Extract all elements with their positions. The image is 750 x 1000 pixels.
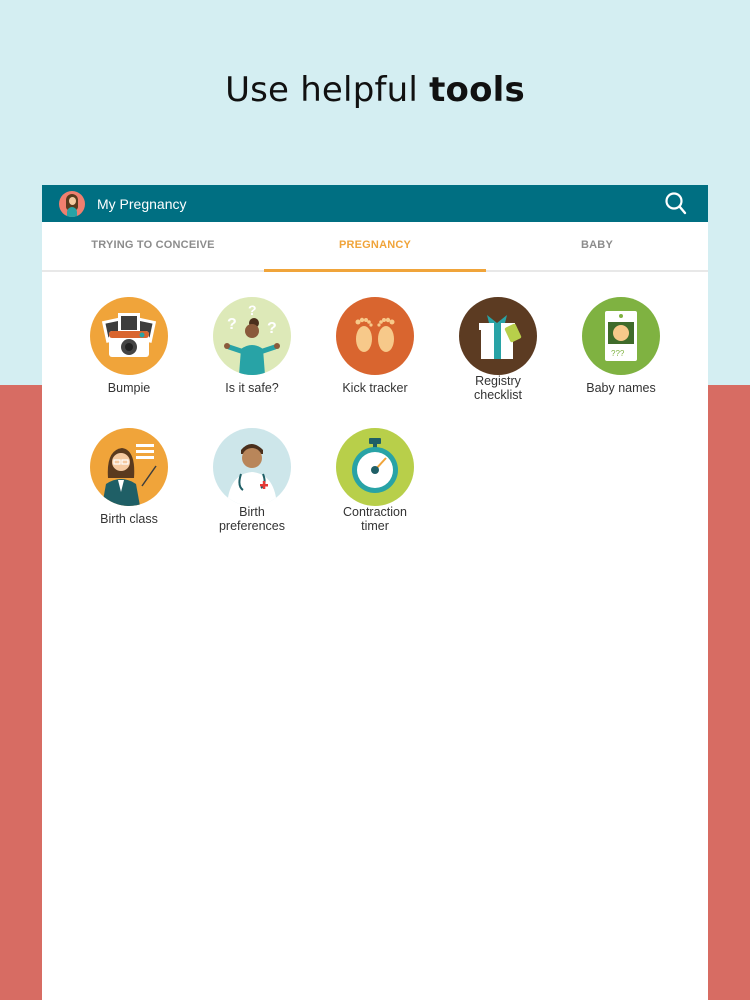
- camera-photos-icon: [90, 297, 168, 375]
- tool-kick-tracker[interactable]: Kick tracker: [320, 297, 430, 395]
- tool-label: Birth preferences: [218, 505, 285, 533]
- app-title: My Pregnancy: [97, 195, 187, 212]
- headline: Use helpful tools: [0, 70, 750, 110]
- app-bar: My Pregnancy: [42, 185, 708, 222]
- search-icon[interactable]: [664, 191, 688, 215]
- tab-trying-to-conceive[interactable]: TRYING TO CONCEIVE: [42, 222, 264, 270]
- doctor-icon: [213, 428, 291, 506]
- headline-normal: Use helpful: [225, 70, 430, 110]
- tool-label: Is it safe?: [225, 381, 279, 395]
- tab-pregnancy[interactable]: PREGNANCY: [264, 222, 486, 272]
- tool-bumpie[interactable]: Bumpie: [74, 297, 184, 395]
- tool-registry-checklist[interactable]: Registry checklist: [443, 297, 553, 402]
- footprints-icon: [336, 297, 414, 375]
- tool-label: Registry checklist: [474, 374, 522, 402]
- tool-label: Bumpie: [107, 381, 151, 395]
- baby-name-tag-icon: ???: [582, 297, 660, 375]
- svg-text:?: ?: [267, 320, 277, 337]
- tool-birth-preferences[interactable]: Birth preferences: [197, 428, 307, 533]
- svg-text:???: ???: [611, 349, 625, 358]
- svg-text:?: ?: [248, 302, 257, 318]
- headline-bold: tools: [429, 70, 525, 110]
- tool-label: Contraction timer: [343, 505, 407, 533]
- svg-text:?: ?: [227, 316, 237, 333]
- tool-label: Kick tracker: [342, 381, 408, 395]
- gift-box-icon: [459, 297, 537, 375]
- tool-label: Birth class: [100, 512, 158, 526]
- app-screen: My Pregnancy TRYING TO CONCEIVE PREGNANC…: [42, 185, 708, 1000]
- stopwatch-icon: [336, 428, 414, 506]
- tab-baby[interactable]: BABY: [486, 222, 708, 270]
- tool-baby-names[interactable]: ??? Baby names: [566, 297, 676, 395]
- tool-is-it-safe[interactable]: ? ? ? Is it safe?: [197, 297, 307, 395]
- tool-label: Baby names: [586, 381, 656, 395]
- tab-bar: TRYING TO CONCEIVE PREGNANCY BABY: [42, 222, 708, 272]
- tool-contraction-timer[interactable]: Contraction timer: [320, 428, 430, 533]
- tool-birth-class[interactable]: Birth class: [74, 428, 184, 526]
- teacher-icon: [90, 428, 168, 506]
- questioning-woman-icon: ? ? ?: [213, 297, 291, 375]
- pregnant-woman-avatar-icon[interactable]: [59, 190, 85, 217]
